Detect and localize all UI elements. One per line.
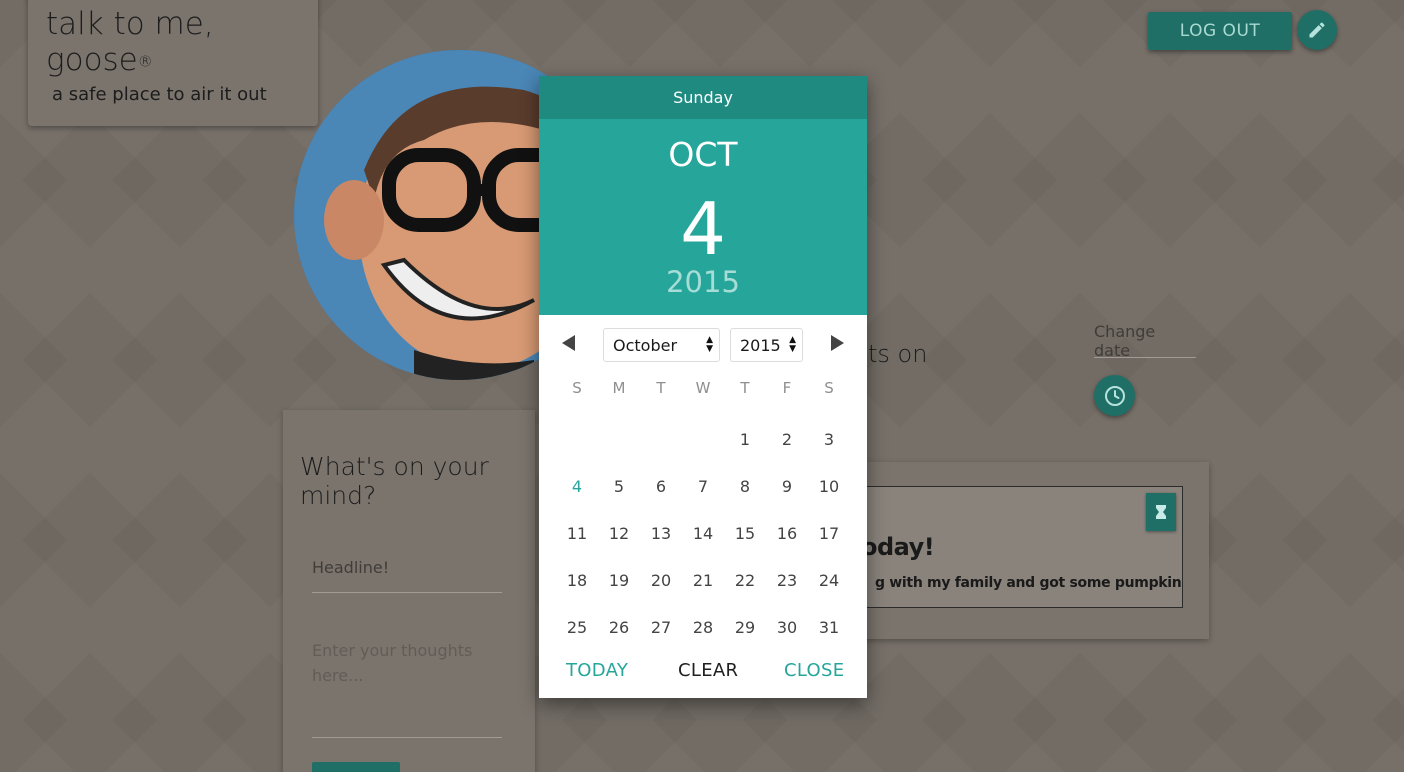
clear-button[interactable]: CLEAR [678,660,738,681]
calendar-empty-cell [682,416,724,463]
feed-heading: ts on [868,340,928,368]
compose-card: What's on your mind? Headline! Enter you… [283,410,535,772]
compose-title: What's on your mind? [300,452,489,510]
calendar-grid: S M T W T F S 1 2 3 4 5 6 7 8 9 10 11 12 13 14 15 16 17 1… [556,376,850,651]
calendar-day[interactable]: 29 [724,604,766,651]
calendar-day[interactable]: 23 [766,557,808,604]
calendar-day[interactable]: 20 [640,557,682,604]
picker-day-number: 4 [680,187,726,271]
next-month-button[interactable] [826,332,848,354]
year-select-value: 2015 [740,336,781,355]
select-arrows-icon: ▲ ▼ [706,335,713,354]
calendar-day[interactable]: 22 [724,557,766,604]
year-select[interactable]: 2015 ▲ ▼ [730,328,803,362]
calendar-week-row: 25 26 27 28 29 30 31 [556,604,850,651]
calendar-day[interactable]: 4 [556,463,598,510]
calendar-day[interactable]: 12 [598,510,640,557]
calendar-day[interactable]: 16 [766,510,808,557]
picker-month: OCT [668,135,738,174]
month-select[interactable]: October ▲ ▼ [603,328,720,362]
calendar-day[interactable]: 14 [682,510,724,557]
calendar-day[interactable]: 1 [724,416,766,463]
calendar-day[interactable]: 30 [766,604,808,651]
app-title-text: talk to me, goose [46,6,214,78]
app-title: talk to me, goose® [46,6,266,80]
calendar-day[interactable]: 26 [598,604,640,651]
calendar-day[interactable]: 18 [556,557,598,604]
weekday-header: T [740,379,750,397]
calendar-week-row: 18 19 20 21 22 23 24 [556,557,850,604]
picker-actions: TODAY CLEAR CLOSE [539,660,867,684]
post-title-text: oday! [861,533,935,561]
triangle-right-icon [831,335,844,351]
date-picker: Sunday OCT 4 2015 October ▲ ▼ 2015 ▲ ▼ S M… [539,76,867,698]
edit-button[interactable] [1297,10,1337,50]
prev-month-button[interactable] [558,332,580,354]
registered-mark: ® [137,52,153,71]
calendar-day[interactable]: 8 [724,463,766,510]
calendar-day[interactable]: 28 [682,604,724,651]
thoughts-textarea[interactable]: Enter your thoughts here... [312,638,502,738]
calendar-week-row: 11 12 13 14 15 16 17 [556,510,850,557]
calendar-day[interactable]: 7 [682,463,724,510]
calendar-day[interactable]: 11 [556,510,598,557]
weekday-header: M [612,379,626,397]
calendar-day[interactable]: 19 [598,557,640,604]
pencil-icon [1309,22,1325,38]
calendar-day[interactable]: 17 [808,510,850,557]
calendar-day[interactable]: 6 [640,463,682,510]
weekday-header: W [695,379,711,397]
picker-weekday: Sunday [539,76,867,119]
triangle-left-icon [562,335,575,351]
calendar-day[interactable]: 10 [808,463,850,510]
calendar-day[interactable]: 2 [766,416,808,463]
picker-nav: October ▲ ▼ 2015 ▲ ▼ [539,328,867,368]
post-card: oday! g with my family and got some pump… [860,462,1209,639]
calendar-empty-cell [556,416,598,463]
clock-icon [1104,385,1125,406]
weekday-header-row: S M T W T F S [556,376,850,400]
weekday-header: S [572,379,582,397]
post-content: oday! g with my family and got some pump… [860,486,1183,608]
change-date-field[interactable]: Change date [1094,322,1196,360]
calendar-day[interactable]: 25 [556,604,598,651]
calendar-day[interactable]: 31 [808,604,850,651]
calendar-day[interactable]: 13 [640,510,682,557]
weekday-header: T [656,379,666,397]
calendar-day[interactable]: 21 [682,557,724,604]
calendar-day[interactable]: 15 [724,510,766,557]
close-button[interactable]: CLOSE [784,660,844,681]
weekday-header: F [782,379,792,397]
logout-button[interactable]: LOG OUT [1148,12,1292,50]
bookmark-button[interactable] [1146,493,1176,531]
calendar-week-row: 4 5 6 7 8 9 10 [556,463,850,510]
calendar-day[interactable]: 3 [808,416,850,463]
today-button[interactable]: TODAY [566,660,628,681]
picker-display: OCT 4 2015 [539,119,867,315]
picker-year[interactable]: 2015 [539,265,867,299]
calendar-empty-cell [640,416,682,463]
post-body-text: g with my family and got some pumpkins! [875,575,1183,591]
calendar-day[interactable]: 5 [598,463,640,510]
calendar-day[interactable]: 9 [766,463,808,510]
calendar-day[interactable]: 24 [808,557,850,604]
calendar-week-row: 123 [556,416,850,463]
post-body: g with my family and got some pumpkins! [861,575,1182,591]
select-arrows-icon: ▲ ▼ [789,335,796,354]
calendar-days: 1 2 3 4 5 6 7 8 9 10 11 12 13 14 15 16 17 18 19 20 21 22 23 24 2… [556,416,850,651]
submit-button[interactable] [312,762,400,772]
clock-button[interactable] [1094,375,1135,416]
headline-input[interactable]: Headline! [312,558,502,593]
calendar-empty-cell [598,416,640,463]
bookmark-icon [1156,505,1166,519]
app-tagline: a safe place to air it out [52,83,267,105]
brand-card: talk to me, goose® a safe place to air i… [28,0,318,126]
month-select-value: October [613,336,678,355]
calendar-day[interactable]: 27 [640,604,682,651]
weekday-header: S [824,379,834,397]
